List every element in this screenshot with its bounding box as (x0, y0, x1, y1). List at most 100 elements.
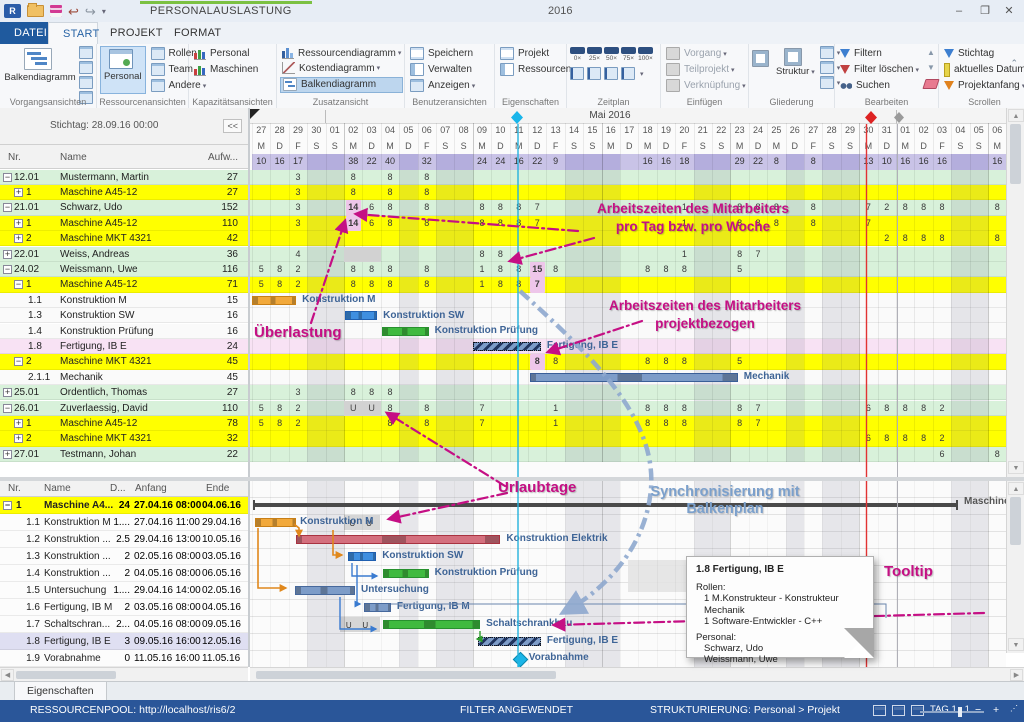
zoom-slider-thumb[interactable] (958, 707, 962, 717)
qat-customize-icon[interactable]: ▾ (102, 7, 106, 16)
ribbon-item-personal[interactable]: Personal (192, 46, 260, 61)
tab-format[interactable]: FORMAT (160, 22, 224, 44)
table-row[interactable]: +2Maschine MKT 432142 (0, 231, 248, 246)
ribbon-item-suchen[interactable]: Suchen (838, 78, 921, 93)
gantt-bar[interactable] (296, 535, 500, 544)
gantt-hscrollbar[interactable]: ▶ (250, 667, 1024, 681)
table-row[interactable]: 1.3Konstruktion ...202.05.16 08:0003.05.… (0, 548, 248, 565)
grid-row[interactable] (250, 354, 1006, 369)
lower-vscrollbar[interactable]: ▲ ▼ (1006, 481, 1024, 653)
table-row[interactable]: 1.1Konstruktion M1....27.04.16 11:0029.0… (0, 514, 248, 531)
ribbon-item-maschinen[interactable]: Maschinen (192, 62, 260, 77)
table-row[interactable]: 1.7Schaltschran...2...04.05.16 08:0009.0… (0, 616, 248, 633)
table-row[interactable]: 1.9Vorabnahme011.05.16 16:0011.05.16 (0, 650, 248, 667)
lcolumn-header-ende[interactable]: Ende (206, 483, 229, 494)
zoom-button-0x[interactable]: 0× (570, 47, 585, 62)
tab-projekt[interactable]: PROJEKT (96, 22, 144, 44)
collapse-panel-button[interactable]: << (223, 119, 242, 133)
table-row[interactable]: 1.6Fertigung, IB M203.05.16 08:0004.05.1… (0, 599, 248, 616)
scroll-thumb[interactable] (16, 671, 116, 679)
scroll-down-icon[interactable]: ▼ (1008, 461, 1024, 474)
ribbon-item-verwalten[interactable]: Verwalten (408, 62, 477, 77)
expand-toggle[interactable]: + (14, 434, 23, 443)
scroll-thumb[interactable] (1010, 124, 1021, 184)
timescale-icon[interactable] (570, 67, 584, 80)
table-row[interactable]: 2.1.1Mechanik45 (0, 370, 248, 385)
task-bar[interactable] (252, 296, 296, 305)
table-row[interactable]: 1.5Untersuchung1....29.04.16 14:0002.05.… (0, 582, 248, 599)
undo-icon[interactable]: ↩ (68, 5, 79, 18)
ribbon-item-vorgang[interactable]: Vorgang▾ (664, 46, 748, 61)
minimize-button[interactable]: – (946, 2, 972, 20)
gantt-bar[interactable] (383, 569, 429, 578)
tab-datei[interactable]: DATEI (0, 22, 48, 44)
eraser-icon[interactable] (922, 79, 939, 89)
lcolumn-header-name[interactable]: Name (44, 483, 71, 494)
gantt-bar[interactable] (383, 620, 481, 629)
grid-row[interactable] (250, 170, 1006, 185)
table-row[interactable]: −26.01Zuverlaessig, David110 (0, 401, 248, 416)
table-row[interactable]: −24.02Weissmann, Uwe116 (0, 262, 248, 277)
button-personal[interactable]: Personal (100, 46, 146, 94)
maximize-button[interactable]: ❐ (972, 2, 998, 20)
expand-toggle[interactable]: + (3, 388, 12, 397)
collapse-toggle[interactable]: − (3, 173, 12, 182)
scroll-right-icon[interactable]: ▶ (1010, 669, 1023, 681)
milestone-diamond[interactable] (513, 652, 529, 667)
collapse-toggle[interactable]: − (3, 404, 12, 413)
scroll-thumb[interactable] (1010, 497, 1021, 545)
collapse-toggle[interactable]: − (14, 357, 23, 366)
task-bar[interactable] (473, 342, 541, 351)
ribbon-item-ressourcen[interactable]: Ressourcen (498, 62, 573, 77)
table-row[interactable]: 1.4Konstruktion ...204.05.16 08:0006.05.… (0, 565, 248, 582)
expand-toggle[interactable]: + (14, 219, 23, 228)
ribbon-item-projektanfang[interactable]: Projektanfang▾ (942, 78, 1024, 93)
column-header-name[interactable]: Name (60, 152, 87, 163)
table-row[interactable]: −21.01Schwarz, Udo152 (0, 200, 248, 215)
zoom-button-75x[interactable]: 75× (621, 47, 636, 62)
gantt-bar[interactable] (255, 518, 296, 527)
gantt-bar[interactable] (348, 552, 377, 561)
expand-toggle[interactable]: + (14, 419, 23, 428)
scroll-up-icon[interactable]: ▲ (1008, 109, 1024, 122)
left-hscrollbar[interactable]: ◀ (0, 667, 248, 681)
summary-bar[interactable] (254, 503, 958, 507)
zoom-button-100x[interactable]: 100× (638, 47, 653, 62)
ribbon-collapse-icon[interactable]: ⌃ (1010, 58, 1018, 69)
table-row[interactable]: −1Maschine A45-1271 (0, 277, 248, 292)
table-row[interactable]: −2Maschine MKT 432145 (0, 354, 248, 369)
table-row[interactable]: +27.01Testmann, Johan22 (0, 447, 248, 462)
table-row[interactable]: 1.8Fertigung, IB E24 (0, 339, 248, 354)
task-bar[interactable] (345, 311, 377, 320)
ribbon-item-filtern[interactable]: Filtern (838, 46, 921, 61)
collapse-toggle[interactable]: − (14, 280, 23, 289)
sort-down-icon[interactable]: ▼ (924, 61, 938, 74)
lcolumn-header-d[interactable]: D... (110, 483, 126, 494)
column-header-aufw[interactable]: Aufw... (208, 152, 238, 163)
table-row[interactable]: 1.1Konstruktion M15 (0, 293, 248, 308)
table-row[interactable]: 1.2Konstruktion ...2.529.04.16 13:0010.0… (0, 531, 248, 548)
ribbon-item-balkendiagramm[interactable]: Balkendiagramm (280, 77, 403, 93)
collapse-toggle[interactable]: − (3, 203, 12, 212)
sort-up-icon[interactable]: ▲ (924, 46, 938, 59)
zoom-slider[interactable] (920, 711, 984, 713)
upper-vscrollbar[interactable]: ▲ ▼ (1006, 108, 1024, 477)
ribbon-item-speichern[interactable]: Speichern (408, 46, 477, 61)
table-row[interactable]: +25.01Ordentlich, Thomas27 (0, 385, 248, 400)
table-row[interactable]: +2Maschine MKT 432132 (0, 431, 248, 446)
task-bar[interactable] (530, 373, 738, 382)
grid-row[interactable] (250, 339, 1006, 354)
button-struktur[interactable]: Struktur▾ (773, 46, 818, 94)
table-row[interactable]: −12.01Mustermann, Martin27 (0, 170, 248, 185)
tab-eigenschaften[interactable]: Eigenschaften (14, 682, 107, 701)
timescale-icon[interactable] (604, 67, 618, 80)
ribbon-item-anzeigen[interactable]: Anzeigen▾ (408, 78, 477, 93)
redo-icon[interactable]: ↪ (85, 5, 96, 18)
table-row[interactable]: +1Maschine A45-12110 (0, 216, 248, 231)
table-row[interactable]: +22.01Weiss, Andreas36 (0, 247, 248, 262)
open-folder-icon[interactable] (27, 5, 44, 17)
close-button[interactable]: ✕ (996, 2, 1022, 20)
tab-start[interactable]: START (48, 22, 98, 45)
resize-grip-icon[interactable]: ⋰ (1010, 704, 1018, 713)
zoom-button-25x[interactable]: 25× (587, 47, 602, 62)
